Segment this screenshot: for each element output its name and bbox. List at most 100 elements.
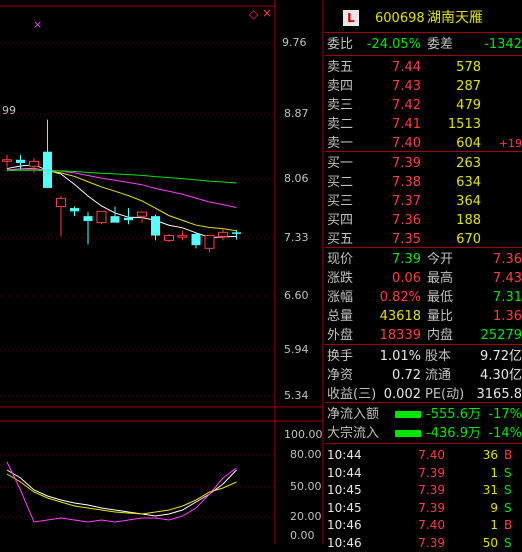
buy-row-label: 买三 — [327, 194, 354, 209]
trade-time: 10:44 — [327, 448, 362, 462]
indicator-line-d — [6, 473, 237, 515]
indicator-axis-tick: 20.00 — [290, 510, 322, 523]
candle-body — [2, 159, 12, 162]
buy-row-label: 买二 — [327, 175, 354, 190]
quote-value-right: 7.36 — [493, 252, 522, 267]
buy-row-volume: 634 — [456, 175, 481, 190]
flow-value: -555.6万 — [426, 407, 481, 422]
quote-row: 总量 43618 量比 1.36 — [325, 307, 522, 326]
quote-value-left: 43618 — [379, 309, 421, 324]
buy-row-price: 7.36 — [392, 213, 421, 228]
stock-name: 湖南天雁 — [427, 10, 483, 26]
price-axis-tick: 8.06 — [284, 172, 309, 185]
quote-value-left: 18339 — [379, 328, 421, 343]
trade-price: 7.39 — [418, 483, 445, 498]
trade-side: S — [504, 500, 512, 515]
candle-body — [218, 231, 228, 237]
trade-row: 10:45 7.39 31 S — [325, 481, 522, 499]
trade-price: 7.40 — [418, 448, 445, 462]
trade-side: B — [504, 518, 513, 533]
trade-price: 7.39 — [418, 465, 445, 480]
trade-volume: 31 — [482, 483, 498, 498]
trade-time: 10:46 — [327, 518, 362, 533]
buy-row[interactable]: 买一 7.39 263 — [325, 154, 522, 173]
flow-row: 净流入额 -555.6万 -17% — [325, 405, 522, 424]
flow-pct: -17% — [488, 407, 522, 422]
trade-time: 10:46 — [327, 536, 362, 550]
quote-label-left: 涨跌 — [327, 271, 354, 286]
trade-volume: 36 — [482, 448, 498, 462]
quote-row: 涨幅 0.82% 最低 7.31 — [325, 288, 522, 307]
flow-label: 净流入额 — [327, 407, 380, 422]
sell-row[interactable]: 卖五 7.44 578 — [325, 58, 522, 77]
stat-value-left: 1.01% — [379, 349, 421, 364]
quote-label-right: 内盘 — [427, 328, 454, 343]
candle-body — [151, 216, 160, 236]
price-axis-tick: 5.94 — [284, 343, 309, 356]
flow-row: 大宗流入 -436.9万 -14% — [325, 424, 522, 443]
sell-row-label: 卖二 — [327, 117, 354, 132]
flow-bar — [395, 411, 421, 418]
flow-bar — [395, 430, 421, 437]
stat-value-right: 4.30亿 — [480, 368, 522, 383]
quote-value-right: 7.31 — [493, 290, 522, 305]
buy-row[interactable]: 买四 7.36 188 — [325, 211, 522, 230]
sell-row-price: 7.42 — [392, 98, 421, 113]
candle-body — [232, 232, 241, 234]
candle-body — [56, 197, 66, 207]
quote-label-right: 最高 — [427, 271, 454, 286]
quote-value-right: 25279 — [480, 328, 522, 343]
quote-value-left: 0.06 — [392, 271, 421, 286]
flow-value: -436.9万 — [426, 426, 481, 441]
weibi-label: 委比 — [327, 37, 354, 52]
buy-row[interactable]: 买二 7.38 634 — [325, 173, 522, 192]
trade-row: 10:46 7.39 50 S — [325, 534, 522, 552]
price-axis-tick: 5.34 — [284, 389, 309, 402]
close-icon[interactable]: × — [262, 6, 272, 20]
trade-side: S — [504, 536, 512, 550]
sell-row-label: 卖五 — [327, 60, 354, 75]
sell-row[interactable]: 卖二 7.41 1513 — [325, 115, 522, 134]
trade-volume: 9 — [490, 500, 498, 515]
trade-price: 7.40 — [418, 518, 445, 533]
flow-pct: -14% — [488, 426, 522, 441]
sell-row[interactable]: 卖四 7.43 287 — [325, 77, 522, 96]
sell-row-volume: 479 — [456, 98, 481, 113]
quote-value-left: 0.82% — [379, 290, 421, 305]
sell-row-volume: 1513 — [447, 117, 481, 132]
stat-row: 净资 0.72 流通 4.30亿 — [325, 366, 522, 385]
stock-code: 600698 — [375, 11, 425, 26]
trade-volume: 1 — [490, 518, 498, 533]
sell-row-volume: 287 — [456, 79, 481, 94]
close-icon[interactable]: × — [33, 18, 42, 31]
top-price-label: 99 — [2, 104, 16, 117]
diamond-icon[interactable]: ◇ — [249, 7, 258, 21]
candle-body — [70, 208, 79, 212]
quote-panel: L 600698 湖南天雁 委比 -24.05% 委差 -1342 卖五 7.44… — [325, 6, 522, 550]
quote-label-right: 最低 — [427, 290, 454, 305]
buy-row[interactable]: 买三 7.37 364 — [325, 192, 522, 211]
trade-price: 7.39 — [418, 536, 445, 550]
sell-row-price: 7.43 — [392, 79, 421, 94]
trade-price: 7.39 — [418, 500, 445, 515]
indicator-axis-tick: 100.00 — [284, 428, 323, 441]
quote-label-left: 涨幅 — [327, 290, 354, 305]
quote-label-left: 总量 — [327, 309, 354, 324]
sell-row-label: 卖三 — [327, 98, 354, 113]
quote-value-right: 1.36 — [493, 309, 522, 324]
candle-body — [124, 217, 133, 221]
quote-row: 外盘 18339 内盘 25279 — [325, 326, 522, 345]
indicator-axis-tick: 80.00 — [290, 448, 322, 461]
candle-body — [29, 160, 39, 167]
weicha-label: 委差 — [427, 37, 454, 52]
sell-row[interactable]: 卖三 7.42 479 — [325, 96, 522, 115]
stat-value-left: 0.72 — [392, 368, 421, 383]
trade-row: 10:44 7.39 1 S — [325, 464, 522, 482]
candle-body — [177, 235, 188, 238]
stat-label-left: 换手 — [327, 349, 354, 364]
level-badge[interactable]: L — [343, 10, 359, 26]
stat-label-left: 净资 — [327, 368, 354, 383]
buy-row-price: 7.38 — [392, 175, 421, 190]
stat-row: 换手 1.01% 股本 9.72亿 — [325, 347, 522, 366]
quote-value-right: 7.43 — [493, 271, 522, 286]
